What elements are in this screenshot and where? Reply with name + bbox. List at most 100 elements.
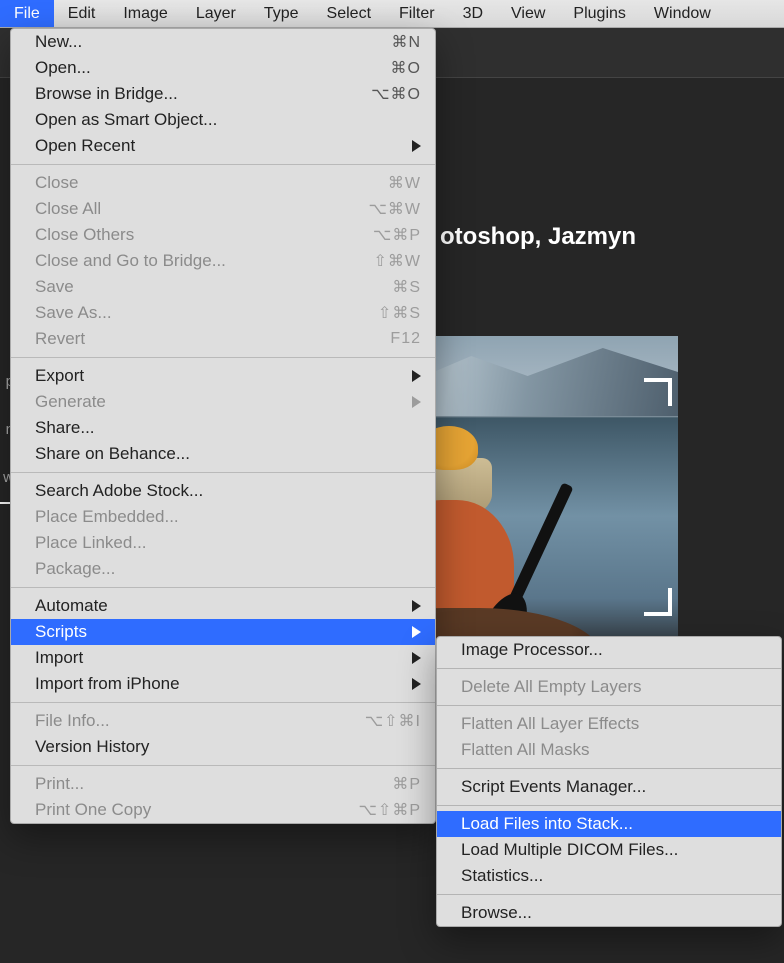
menu-separator: [11, 765, 435, 766]
menu-item-revert: Revert F12: [11, 326, 435, 352]
menu-item-close: Close ⌘W: [11, 170, 435, 196]
menu-shortcut: ⇧⌘W: [373, 251, 421, 271]
menu-shortcut: ⌘O: [391, 58, 421, 78]
menu-item-scripts[interactable]: Scripts: [11, 619, 435, 645]
menu-item-label: Close: [35, 173, 372, 193]
menu-item-label: Flatten All Layer Effects: [461, 714, 767, 734]
menu-item-browse[interactable]: Browse...: [437, 900, 781, 926]
menu-shortcut: ⌥⌘W: [368, 199, 421, 219]
menu-item-save: Save⌘S: [11, 274, 435, 300]
menu-shortcut: ⌘P: [392, 774, 421, 794]
submenu-arrow-icon: [412, 678, 421, 690]
menubar-item-edit[interactable]: Edit: [54, 0, 110, 27]
menu-item-label: Import from iPhone: [35, 674, 412, 694]
menu-separator: [437, 894, 781, 895]
menubar-item-plugins[interactable]: Plugins: [559, 0, 639, 27]
menu-item-label: Close Others: [35, 225, 357, 245]
menu-item-label: Search Adobe Stock...: [35, 481, 421, 501]
menu-item-label: New...: [35, 32, 375, 52]
menubar: FileEditImageLayerTypeSelectFilter3DView…: [0, 0, 784, 28]
menu-item-version-history[interactable]: Version History: [11, 734, 435, 760]
menu-item-label: Flatten All Masks: [461, 740, 767, 760]
menu-item-import-from-iphone[interactable]: Import from iPhone: [11, 671, 435, 697]
menu-item-label: Delete All Empty Layers: [461, 677, 767, 697]
menubar-item-image[interactable]: Image: [109, 0, 181, 27]
submenu-arrow-icon: [412, 370, 421, 382]
menu-item-label: Open as Smart Object...: [35, 110, 421, 130]
menu-item-browse-in-bridge[interactable]: Browse in Bridge...⌥⌘O: [11, 81, 435, 107]
menu-item-label: Export: [35, 366, 412, 386]
menu-item-open-recent[interactable]: Open Recent: [11, 133, 435, 159]
menu-item-delete-all-empty-layers: Delete All Empty Layers: [437, 674, 781, 700]
menu-separator: [437, 668, 781, 669]
menu-item-place-linked: Place Linked...: [11, 530, 435, 556]
menu-item-label: Save: [35, 277, 376, 297]
menu-item-label: Browse in Bridge...: [35, 84, 355, 104]
menu-shortcut: F12: [390, 330, 421, 348]
menu-item-label: Open Recent: [35, 136, 412, 156]
menu-separator: [11, 357, 435, 358]
menu-item-label: Print...: [35, 774, 376, 794]
menu-item-statistics[interactable]: Statistics...: [437, 863, 781, 889]
menu-item-label: Package...: [35, 559, 421, 579]
menu-separator: [437, 768, 781, 769]
menubar-item-view[interactable]: View: [497, 0, 559, 27]
menu-item-place-embedded: Place Embedded...: [11, 504, 435, 530]
menubar-item-window[interactable]: Window: [640, 0, 725, 27]
menu-item-open[interactable]: Open...⌘O: [11, 55, 435, 81]
menu-item-label: File Info...: [35, 711, 349, 731]
menu-item-close-all: Close All ⌥⌘W: [11, 196, 435, 222]
menu-item-label: Revert: [35, 329, 374, 349]
file-menu: New... ⌘N Open...⌘OBrowse in Bridge...⌥⌘O O…: [10, 28, 436, 824]
menubar-item-select[interactable]: Select: [313, 0, 385, 27]
menubar-item-filter[interactable]: Filter: [385, 0, 449, 27]
menubar-item-type[interactable]: Type: [250, 0, 313, 27]
menu-shortcut: ⌘W: [388, 173, 421, 193]
menu-item-label: Place Linked...: [35, 533, 421, 553]
menu-item-label: Close All: [35, 199, 352, 219]
menu-separator: [437, 805, 781, 806]
menu-item-share-on-behance[interactable]: Share on Behance...: [11, 441, 435, 467]
menu-separator: [11, 702, 435, 703]
menubar-item-3d[interactable]: 3D: [449, 0, 497, 27]
menu-item-automate[interactable]: Automate: [11, 593, 435, 619]
submenu-arrow-icon: [412, 652, 421, 664]
menu-item-export[interactable]: Export: [11, 363, 435, 389]
menu-shortcut: ⌘N: [391, 32, 421, 52]
menu-item-new[interactable]: New... ⌘N: [11, 29, 435, 55]
menubar-item-file[interactable]: File: [0, 0, 54, 27]
menu-item-script-events-manager[interactable]: Script Events Manager...: [437, 774, 781, 800]
submenu-arrow-icon: [412, 600, 421, 612]
menu-item-label: Place Embedded...: [35, 507, 421, 527]
scripts-submenu: Image Processor... Delete All Empty Layer…: [436, 636, 782, 927]
menu-item-label: Share on Behance...: [35, 444, 421, 464]
menu-item-import[interactable]: Import: [11, 645, 435, 671]
menu-item-label: Version History: [35, 737, 421, 757]
menu-item-file-info: File Info... ⌥⇧⌘I: [11, 708, 435, 734]
menu-item-label: Automate: [35, 596, 412, 616]
menu-item-share[interactable]: Share...: [11, 415, 435, 441]
submenu-arrow-icon: [412, 626, 421, 638]
menu-item-label: Generate: [35, 392, 412, 412]
menu-separator: [11, 164, 435, 165]
menu-separator: [11, 587, 435, 588]
menubar-item-layer[interactable]: Layer: [182, 0, 250, 27]
menu-shortcut: ⌥⇧⌘I: [365, 711, 421, 731]
menu-item-print: Print... ⌘P: [11, 771, 435, 797]
menu-item-label: Script Events Manager...: [461, 777, 767, 797]
menu-item-label: Statistics...: [461, 866, 767, 886]
menu-item-print-one-copy: Print One Copy⌥⇧⌘P: [11, 797, 435, 823]
menu-item-label: Load Files into Stack...: [461, 814, 767, 834]
menu-item-image-processor[interactable]: Image Processor...: [437, 637, 781, 663]
menu-shortcut: ⌥⌘P: [373, 225, 421, 245]
menu-item-label: Save As...: [35, 303, 362, 323]
menu-item-flatten-all-masks: Flatten All Masks: [437, 737, 781, 763]
menu-item-load-multiple-dicom-files[interactable]: Load Multiple DICOM Files...: [437, 837, 781, 863]
menu-item-open-as-smart-object[interactable]: Open as Smart Object...: [11, 107, 435, 133]
menu-item-label: Print One Copy: [35, 800, 342, 820]
menu-separator: [437, 705, 781, 706]
menu-item-search-adobe-stock[interactable]: Search Adobe Stock...: [11, 478, 435, 504]
menu-item-load-files-into-stack[interactable]: Load Files into Stack...: [437, 811, 781, 837]
menu-item-label: Image Processor...: [461, 640, 767, 660]
menu-item-save-as: Save As...⇧⌘S: [11, 300, 435, 326]
